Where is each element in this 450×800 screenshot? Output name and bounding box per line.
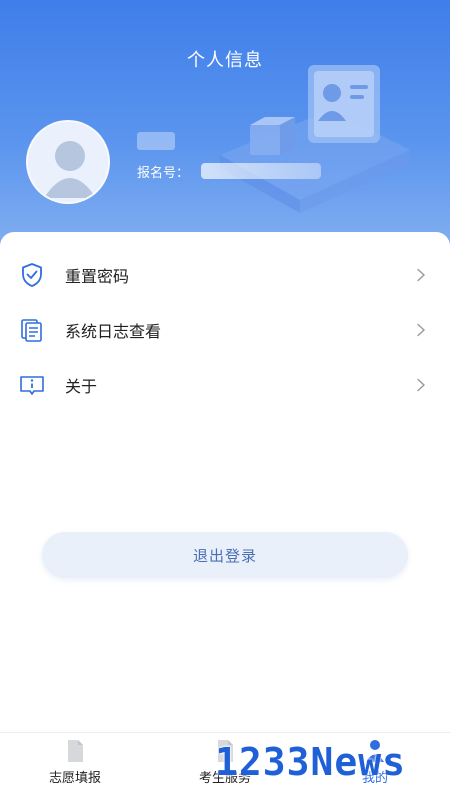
registration-label: 报名号： [137, 165, 190, 181]
page-title: 个人信息 [187, 50, 263, 71]
chevron-right-icon [417, 378, 426, 392]
document-list-icon [21, 319, 42, 342]
chevron-right-icon [417, 268, 426, 282]
tab-label: 志愿填报 [48, 771, 101, 786]
menu-item-system-logs[interactable]: 系统日志查看 [0, 304, 450, 356]
menu-item-label: 重置密码 [65, 267, 130, 286]
user-name [137, 132, 175, 150]
document-icon [218, 740, 233, 762]
tab-mine[interactable]: 我的 [300, 733, 450, 800]
settings-card: 重置密码 系统日志查看 关于 退出登录 [0, 232, 450, 732]
tab-label: 我的 [361, 771, 388, 786]
bottom-tab-bar: 志愿填报 考生服务 我的 [0, 732, 450, 800]
avatar-person-icon [44, 141, 96, 198]
menu-item-reset-password[interactable]: 重置密码 [0, 249, 450, 301]
tab-volunteer-application[interactable]: 志愿填报 [0, 733, 150, 800]
tab-label: 考生服务 [198, 771, 251, 786]
registration-value [201, 163, 322, 179]
person-icon [366, 740, 384, 762]
id-card-illustration [220, 65, 410, 213]
menu-item-label: 关于 [65, 377, 98, 396]
tab-candidate-services[interactable]: 考生服务 [150, 733, 300, 800]
menu-item-about[interactable]: 关于 [0, 359, 450, 411]
info-card-icon [20, 376, 44, 395]
logout-button[interactable]: 退出登录 [42, 532, 408, 578]
menu-item-label: 系统日志查看 [65, 322, 162, 341]
chevron-right-icon [417, 323, 426, 337]
document-icon [68, 740, 83, 762]
profile-header: 个人信息 报名号： [0, 0, 450, 260]
avatar[interactable] [26, 120, 110, 204]
registration-number-row: 报名号： [137, 162, 322, 181]
shield-check-icon [22, 263, 42, 287]
